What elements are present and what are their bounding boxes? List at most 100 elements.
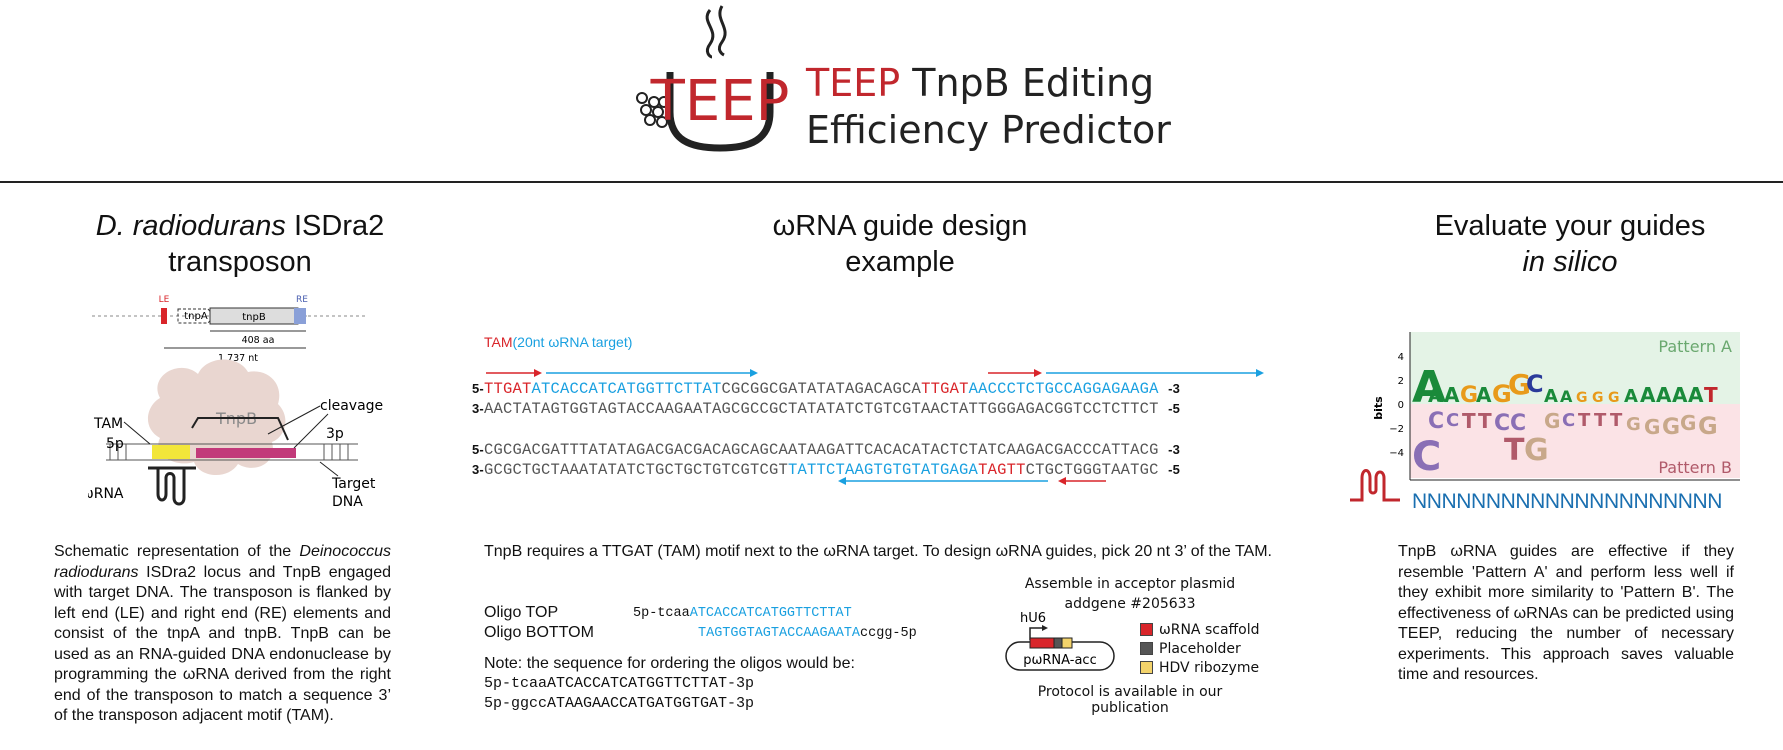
key-target: (20nt ωRNA target) xyxy=(512,334,633,350)
right-description: TnpB ωRNA guides are effective if they r… xyxy=(1398,543,1734,683)
seq2-bottom-strand: 3-GCGCTGCTAAATATATCTGCTGCTGTCGTCGTTATTCT… xyxy=(472,460,1180,480)
oligo-bottom-target: TAGTGGTAGTACCAAGAATA xyxy=(698,626,861,641)
seq1-bot-seq: AACTATAGTGGTAGTACCAAGAATAGCGCCGCTATATATC… xyxy=(483,400,1159,418)
svg-text:A: A xyxy=(1476,383,1492,407)
tnpb-label: tnpB xyxy=(242,312,266,323)
seq1-bot-end: -5 xyxy=(1168,401,1181,416)
le-label: LE xyxy=(159,295,170,305)
svg-text:C: C xyxy=(1526,370,1544,398)
svg-text:G: G xyxy=(1576,390,1588,406)
plasmid-legend: ωRNA scaffold Placeholder HDV ribozyme xyxy=(1140,620,1260,677)
svg-text:T: T xyxy=(1594,410,1607,431)
svg-text:A: A xyxy=(1656,383,1672,407)
promoter-label: hU6 xyxy=(1020,611,1046,626)
oligo-labels: Oligo TOP Oligo BOTTOM xyxy=(484,603,594,643)
legend-placeholder: Placeholder xyxy=(1140,639,1260,658)
assemble-line1: Assemble in acceptor plasmid xyxy=(1024,576,1236,592)
legend-swatch xyxy=(1140,623,1153,636)
legend-swatch xyxy=(1140,661,1153,674)
seq1-target2: AACCCTCTGCCAGGAGAAGA xyxy=(968,380,1159,398)
protocol-note: Protocol is available in our publication xyxy=(1037,684,1223,716)
seq2-bot-tam: TAGTT xyxy=(978,461,1026,479)
svg-text:G: G xyxy=(1680,411,1696,435)
seq2-bot-start: 3- xyxy=(472,462,484,477)
ylabel: bits xyxy=(1372,396,1385,420)
pattern-a-label: Pattern A xyxy=(1658,337,1732,356)
legend-swatch xyxy=(1140,642,1153,655)
ytick: −4 xyxy=(1389,448,1404,459)
seq1-bot-start: 3- xyxy=(472,401,484,416)
seq2-bot-pre: GCGCTGCTAAATATATCTGCTGCTGTCGTCGT xyxy=(483,461,789,479)
middle-description: TnpB requires a TTGAT (TAM) motif next t… xyxy=(484,543,1272,560)
seq2-bot-end: -5 xyxy=(1168,462,1181,477)
svg-text:T: T xyxy=(1610,410,1623,431)
re-label: RE xyxy=(296,295,308,305)
n-row: NNNNNNNNNNNNNNNNNNNNN xyxy=(1412,490,1722,513)
oligo-sequences: 5p-tcaaATCACCATCATGGTTCTTAT TAGTGGTAGTAC… xyxy=(633,604,917,644)
cleavage-label: cleavage xyxy=(320,398,383,414)
ytick: 2 xyxy=(1398,376,1404,387)
oligo-bottom-label: Oligo BOTTOM xyxy=(484,624,594,641)
seq2-bot-post: CTGCTGGGTAATGC xyxy=(1025,461,1159,479)
title-teep: TEEP xyxy=(806,61,901,105)
svg-text:T: T xyxy=(1462,409,1476,433)
left-para-a: Schematic representation of the xyxy=(54,543,300,560)
svg-text:A: A xyxy=(1672,383,1688,407)
svg-text:G: G xyxy=(1592,390,1604,406)
left-title-rest: ISDra2 xyxy=(294,210,385,242)
svg-text:C: C xyxy=(1412,434,1441,480)
sequence-key: TAM(20nt ωRNA target) xyxy=(484,334,632,350)
svg-text:A: A xyxy=(1560,387,1573,406)
svg-text:G: G xyxy=(1544,409,1560,433)
legend-hdv: HDV ribozyme xyxy=(1140,658,1260,677)
tam-label: TAM xyxy=(93,416,123,432)
oligo-top-seq: 5p-tcaaATCACCATCATGGTTCTTAT xyxy=(633,604,917,624)
seq1-top-start: 5- xyxy=(472,381,484,396)
oligo-top-label: Oligo TOP xyxy=(484,604,559,621)
svg-text:A: A xyxy=(1428,383,1444,407)
order-oligo-2: 5p-ggccATAAGAACCATGATGGTGAT-3p xyxy=(484,695,755,712)
ytick: 4 xyxy=(1398,352,1404,363)
teep-cup-logo: TEEP xyxy=(636,5,790,152)
ytick: −2 xyxy=(1389,424,1404,435)
logo-text: TEEP xyxy=(650,69,790,134)
sequence-block-1: 5-TTGATATCACCATCATGGTTCTTATCGCGGCGATATAT… xyxy=(472,379,1180,419)
seq1-tam1: TTGAT xyxy=(483,380,532,398)
svg-text:T: T xyxy=(1578,410,1591,431)
svg-text:A: A xyxy=(1688,383,1704,407)
svg-text:A: A xyxy=(1624,386,1638,407)
note-text: Note: the sequence for ordering the olig… xyxy=(484,655,855,672)
header-divider xyxy=(0,181,1783,183)
seq2-top-strand: 5-CGCGACGATTTATATAGACGACGACAGCAGCAATAAGA… xyxy=(472,440,1180,460)
omega-label: ωRNA xyxy=(88,486,124,502)
app-title: TEEP TnpB Editing Efficiency Predictor xyxy=(806,60,1171,154)
seq1-tam2: TTGAT xyxy=(921,380,969,398)
seq2-top-start: 5- xyxy=(472,442,484,457)
svg-text:T: T xyxy=(1478,409,1492,433)
right-title: Evaluate your guides in silico xyxy=(1400,208,1740,280)
oligo-top-target: ATCACCATCATGGTTCTTAT xyxy=(689,606,852,621)
p3-label: 3p xyxy=(326,426,344,442)
seq2-top-end: -3 xyxy=(1168,442,1181,457)
oligo-top-pre: 5p-tcaa xyxy=(633,606,690,621)
middle-title: ωRNA guide design example xyxy=(720,208,1080,280)
seq1-bottom-strand: 3-AACTATAGTGGTAGTACCAAGAATAGCGCCGCTATATA… xyxy=(472,399,1180,419)
svg-text:T: T xyxy=(1704,383,1718,407)
seq1-mid: CGCGGCGATATATAGACAGCA xyxy=(721,380,922,398)
svg-text:G: G xyxy=(1662,415,1680,440)
plasmid-diagram: hU6 pωRNA-acc xyxy=(1005,611,1115,671)
left-para-c: ISDra2 locus and TnpB engaged with targe… xyxy=(54,563,391,725)
svg-text:C: C xyxy=(1446,410,1459,431)
dna-label: DNA xyxy=(332,494,363,510)
title-line2: Efficiency Predictor xyxy=(806,108,1171,152)
svg-text:A: A xyxy=(1444,383,1460,407)
legend-label: HDV ribozyme xyxy=(1159,659,1260,676)
seq1-top-strand: 5-TTGATATCACCATCATGGTTCTTATCGCGGCGATATAT… xyxy=(472,379,1180,399)
seq1-top-end: -3 xyxy=(1168,381,1181,396)
middle-title-line1: ωRNA guide design xyxy=(772,210,1028,242)
oligo-bottom-post: ccgg-5p xyxy=(860,626,917,641)
svg-text:G: G xyxy=(1626,414,1641,435)
svg-text:C: C xyxy=(1562,410,1575,431)
left-title: D. radiodurans ISDra2 transposon xyxy=(60,208,420,280)
svg-text:G: G xyxy=(1524,433,1549,468)
